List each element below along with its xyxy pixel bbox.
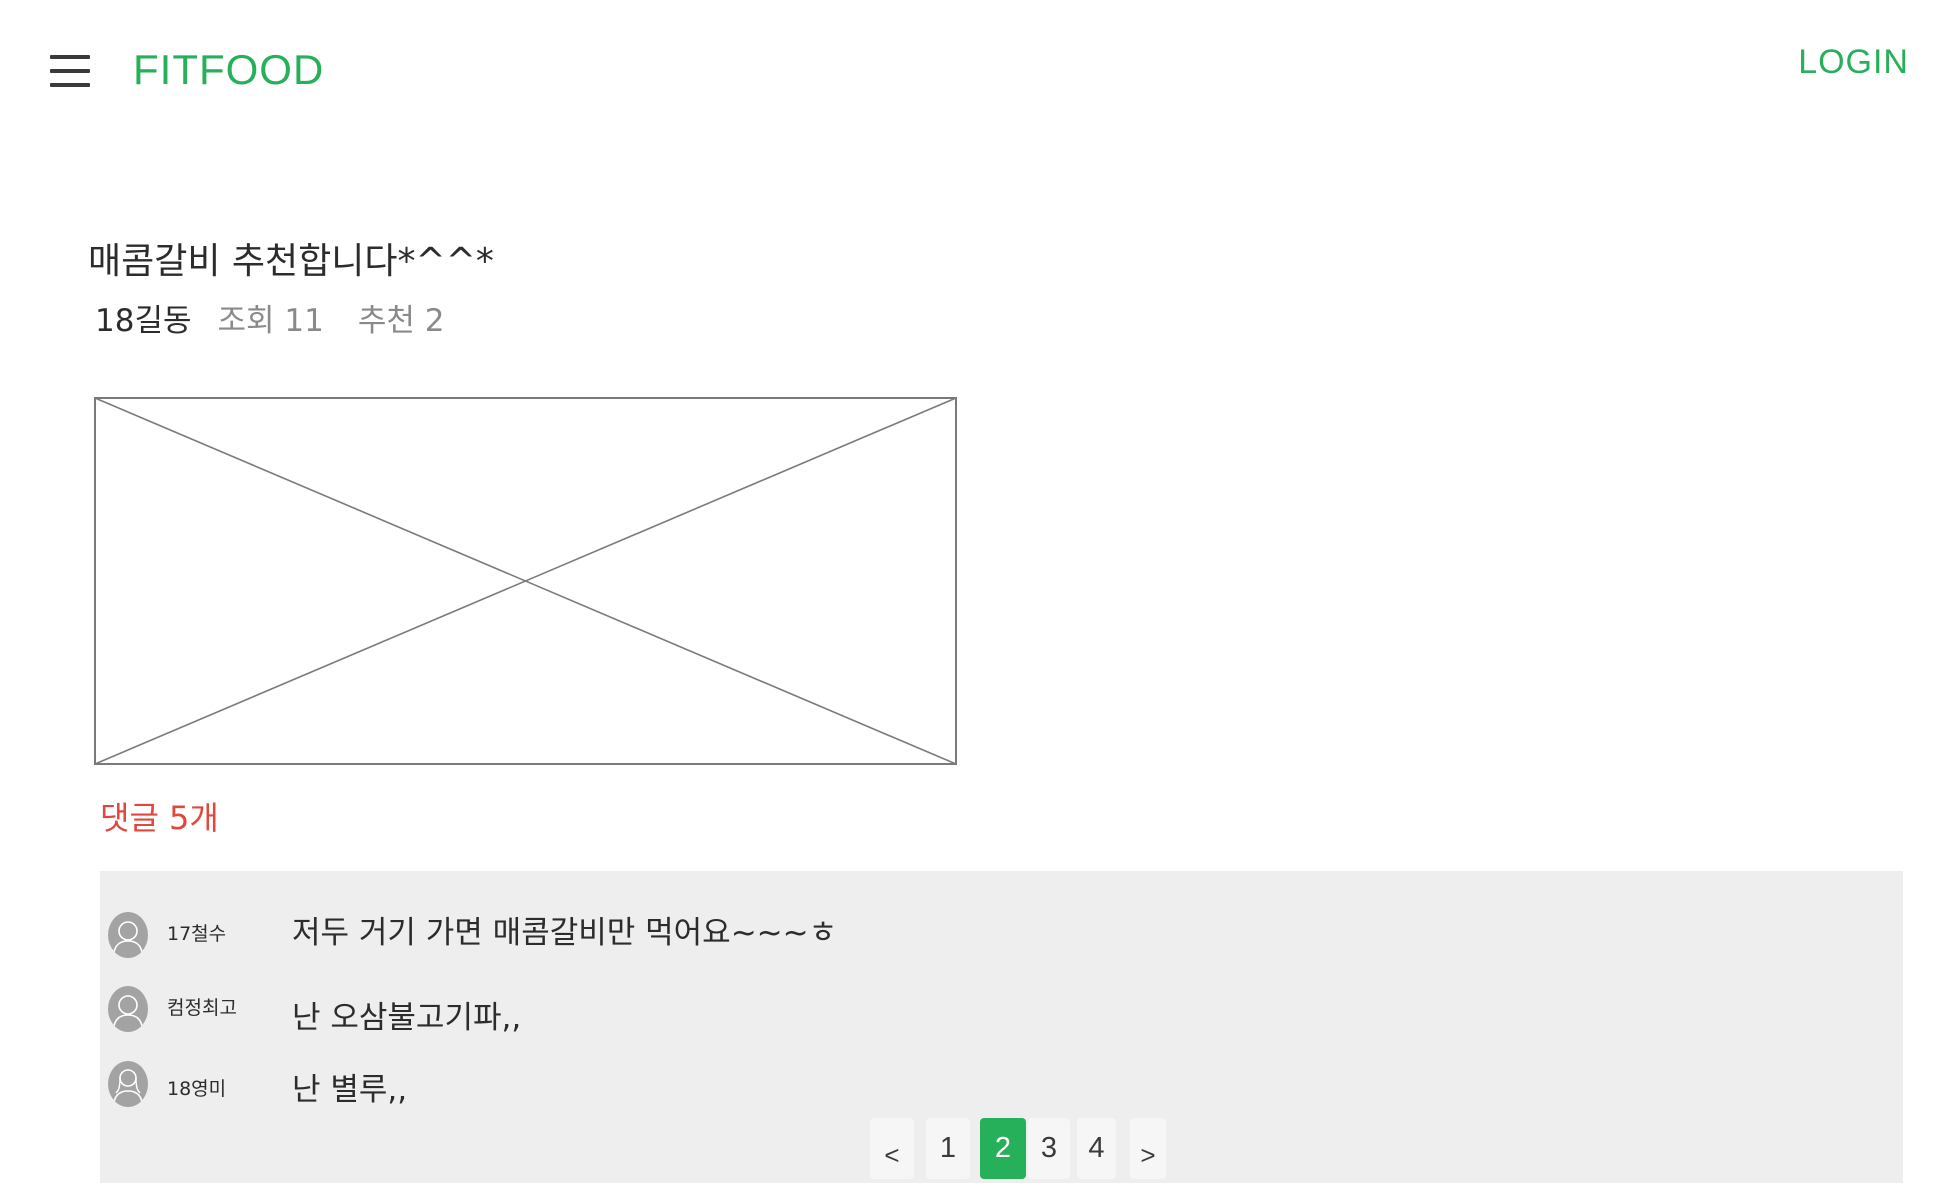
comment-username[interactable]: 18영미 (167, 1076, 226, 1102)
post-likes: 추천 2 (357, 303, 445, 339)
page: FITFOOD LOGIN 매콤갈비 추천합니다*^^* 18길동 조회 11 … (0, 0, 1956, 1202)
page-button-1[interactable]: 1 (926, 1118, 970, 1179)
login-link[interactable]: LOGIN (1798, 40, 1909, 84)
pagination: < 1 2 3 4 > (870, 1118, 1170, 1179)
comment-text: 저두 거기 가면 매콤갈비만 먹어요~~~ㅎ (292, 915, 838, 951)
comment-item: 17철수 저두 거기 가면 매콤갈비만 먹어요~~~ㅎ (100, 912, 1903, 972)
image-placeholder (94, 397, 957, 765)
user-avatar-icon[interactable] (108, 986, 148, 1032)
page-button-2[interactable]: 2 (980, 1118, 1026, 1179)
post-meta: 18길동 조회 11 추천 2 (95, 300, 444, 342)
user-avatar-icon[interactable] (108, 1061, 148, 1107)
comment-username[interactable]: 17철수 (167, 921, 226, 947)
post-author: 18길동 (95, 303, 192, 339)
prev-page-button[interactable]: < (870, 1118, 914, 1179)
comment-item: 컴정최고 난 오삼불고기파,, (100, 986, 1903, 1046)
post-title: 매콤갈비 추천합니다*^^* (88, 241, 494, 282)
page-button-4[interactable]: 4 (1077, 1118, 1116, 1179)
comment-text: 난 오삼불고기파,, (292, 1000, 522, 1036)
comment-item: 18영미 난 별루,, (100, 1061, 1903, 1121)
comment-username[interactable]: 컴정최고 (167, 995, 237, 1021)
brand-logo[interactable]: FITFOOD (133, 44, 324, 96)
user-avatar-icon[interactable] (108, 912, 148, 958)
comment-count: 댓글 5개 (100, 799, 219, 837)
post-views: 조회 11 (217, 303, 324, 339)
page-button-3[interactable]: 3 (1028, 1118, 1070, 1179)
comment-text: 난 별루,, (292, 1072, 408, 1108)
hamburger-menu-icon[interactable] (50, 55, 90, 87)
next-page-button[interactable]: > (1130, 1118, 1166, 1179)
